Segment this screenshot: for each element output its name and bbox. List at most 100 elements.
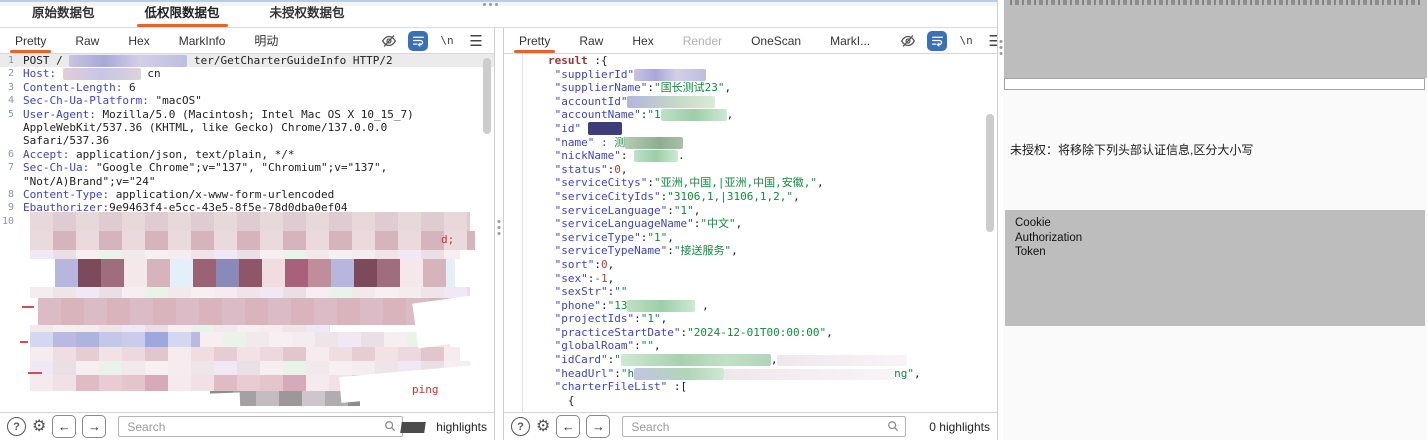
redaction-blur: [627, 96, 715, 108]
code-line: 3Content-Length: 6: [0, 81, 494, 94]
redaction-blur: [724, 369, 894, 380]
hide-eye-off-icon[interactable]: [898, 31, 918, 51]
tab-raw[interactable]: Raw: [74, 29, 100, 53]
tab-markinfo-truncated[interactable]: MarkI...: [829, 29, 871, 53]
word-wrap-icon[interactable]: [408, 31, 428, 51]
redaction-blur: [634, 69, 706, 81]
tab-raw[interactable]: Raw: [578, 29, 604, 53]
white-overlay: [412, 293, 494, 349]
tab-markinfo[interactable]: MarkInfo: [178, 29, 227, 53]
code-line: "practiceStartDate":"2024-12-01T00:00:00…: [504, 326, 997, 340]
search-input[interactable]: [622, 416, 906, 437]
code-line: 4Sec-Ch-Ua-Platform: "macOS": [0, 94, 494, 107]
mosaic-redaction: [30, 212, 470, 231]
panel-splitter[interactable]: [494, 28, 504, 440]
hide-eye-off-icon[interactable]: [379, 31, 399, 51]
response-editor[interactable]: result :{ "supplierId" "supplierName":"国…: [504, 54, 997, 412]
code-line: "headUrl":"hng",: [504, 367, 997, 381]
auth-headers-list-box[interactable]: Cookie Authorization Token: [1005, 210, 1425, 326]
help-icon[interactable]: ?: [7, 417, 26, 436]
tab-pretty[interactable]: Pretty: [518, 29, 551, 53]
prev-match-button[interactable]: ←: [556, 415, 580, 438]
redaction-blur: [661, 109, 727, 121]
code-line: "accountId": [504, 95, 997, 109]
residual-text-fragment: d;: [441, 233, 454, 246]
redaction-smudge: [400, 422, 426, 433]
auth-header-item: Cookie: [1015, 216, 1425, 231]
gear-icon[interactable]: ⚙: [536, 419, 550, 435]
code-line: "idCard":",: [504, 353, 997, 367]
code-line: "sex":-1,: [504, 272, 997, 286]
code-line: "accountName":"1,: [504, 108, 997, 122]
next-match-button[interactable]: →: [586, 415, 610, 438]
app-window: 原始数据包 低权限数据包 未授权数据包 Pretty Raw Hex MarkI…: [0, 0, 1427, 440]
code-line: "serviceLanguage":"1",: [504, 204, 997, 218]
tab-mingdong[interactable]: 明动: [253, 27, 279, 54]
tab-hex[interactable]: Hex: [127, 29, 150, 53]
code-line: 8Content-Type: application/x-www-form-ur…: [0, 188, 494, 201]
tab-hex[interactable]: Hex: [631, 29, 654, 53]
code-line: "Not/A)Brand";v="24": [0, 175, 494, 188]
code-line: AppleWebKit/537.36 (KHTML, like Gecko) C…: [0, 121, 494, 134]
response-bottom-bar: ? ⚙ ← → 0 highlights: [504, 412, 997, 440]
code-line: result :{: [504, 54, 997, 68]
splitter-handle[interactable]: [498, 220, 501, 235]
code-line: Safari/537.36: [0, 134, 494, 147]
residual-mark: [28, 372, 42, 374]
residual-mark: [22, 306, 34, 308]
code-line: 2Host: cn: [0, 67, 494, 80]
response-search: [622, 416, 906, 437]
highlights-count: highlights: [409, 420, 487, 434]
code-line: "serviceCityIds":"3106,1,|3106,1,2,",: [504, 190, 997, 204]
code-line: "serviceType":"1",: [504, 231, 997, 245]
code-line: "sort":0,: [504, 258, 997, 272]
unauthorized-config-panel: 未授权：将移除下列头部认证信息,区分大小写 Cookie Authorizati…: [1003, 0, 1427, 440]
tab-onescan[interactable]: OneScan: [750, 29, 802, 53]
tab-low-privilege-packet[interactable]: 低权限数据包: [143, 2, 222, 27]
search-input[interactable]: [118, 416, 403, 437]
original-headers-box[interactable]: [1004, 0, 1427, 78]
gear-icon[interactable]: ⚙: [32, 419, 46, 435]
code-line: "sexStr":"": [504, 285, 997, 299]
auth-header-item: Authorization: [1015, 231, 1425, 246]
prev-match-button[interactable]: ←: [52, 415, 76, 438]
newline-toggle-icon[interactable]: \n: [437, 31, 457, 51]
request-bottom-bar: ? ⚙ ← → highlights: [0, 412, 494, 440]
code-line: "globalRoam":"",: [504, 339, 997, 353]
mosaic-redaction: [200, 332, 450, 347]
word-wrap-icon[interactable]: [927, 31, 947, 51]
clipped-text-line: [1010, 0, 1421, 5]
code-line: 6Accept: application/json, text/plain, *…: [0, 148, 494, 161]
next-match-button[interactable]: →: [82, 415, 106, 438]
mosaic-redaction: [30, 332, 200, 347]
code-line: "charterFileList" :[: [504, 380, 997, 394]
tab-pretty[interactable]: Pretty: [14, 29, 47, 53]
mosaic-redaction: [30, 250, 460, 259]
mosaic-redaction: [30, 347, 460, 361]
tab-render[interactable]: Render: [682, 29, 723, 53]
help-icon[interactable]: ?: [511, 417, 530, 436]
tab-unauthorized-packet[interactable]: 未授权数据包: [268, 2, 347, 27]
response-scrollbar-thumb[interactable]: [986, 114, 994, 232]
code-line: 5User-Agent: Mozilla/5.0 (Macintosh; Int…: [0, 108, 494, 121]
newline-toggle-icon[interactable]: \n: [956, 31, 976, 51]
unauthorized-note: 未授权：将移除下列头部认证信息,区分大小写: [1010, 141, 1253, 158]
request-search: [118, 416, 403, 437]
headers-input-field[interactable]: [1004, 78, 1425, 90]
code-line: "serviceLanguageName":"中文",: [504, 217, 997, 231]
tab-original-packet[interactable]: 原始数据包: [30, 2, 97, 27]
mosaic-redaction: [55, 259, 455, 287]
response-panel: Pretty Raw Hex Render OneScan MarkI... \…: [504, 28, 997, 440]
white-overlay: [40, 393, 240, 412]
residual-text-fragment: ping: [412, 383, 439, 396]
request-editor[interactable]: 1POST / ter/GetCharterGuideInfo HTTP/22H…: [0, 54, 494, 412]
menu-icon[interactable]: ☰: [466, 31, 486, 51]
request-view-tabs: Pretty Raw Hex MarkInfo 明动 \n ☰: [0, 28, 494, 54]
code-line: "phone":"13 ,: [504, 299, 997, 313]
mosaic-redaction: [30, 231, 475, 250]
code-line: {: [504, 394, 997, 408]
code-line: "projectIds":"1",: [504, 312, 997, 326]
request-scrollbar-thumb[interactable]: [483, 58, 491, 134]
mosaic-redaction: [30, 325, 330, 332]
packet-tab-bar: 原始数据包 低权限数据包 未授权数据包: [0, 6, 997, 28]
